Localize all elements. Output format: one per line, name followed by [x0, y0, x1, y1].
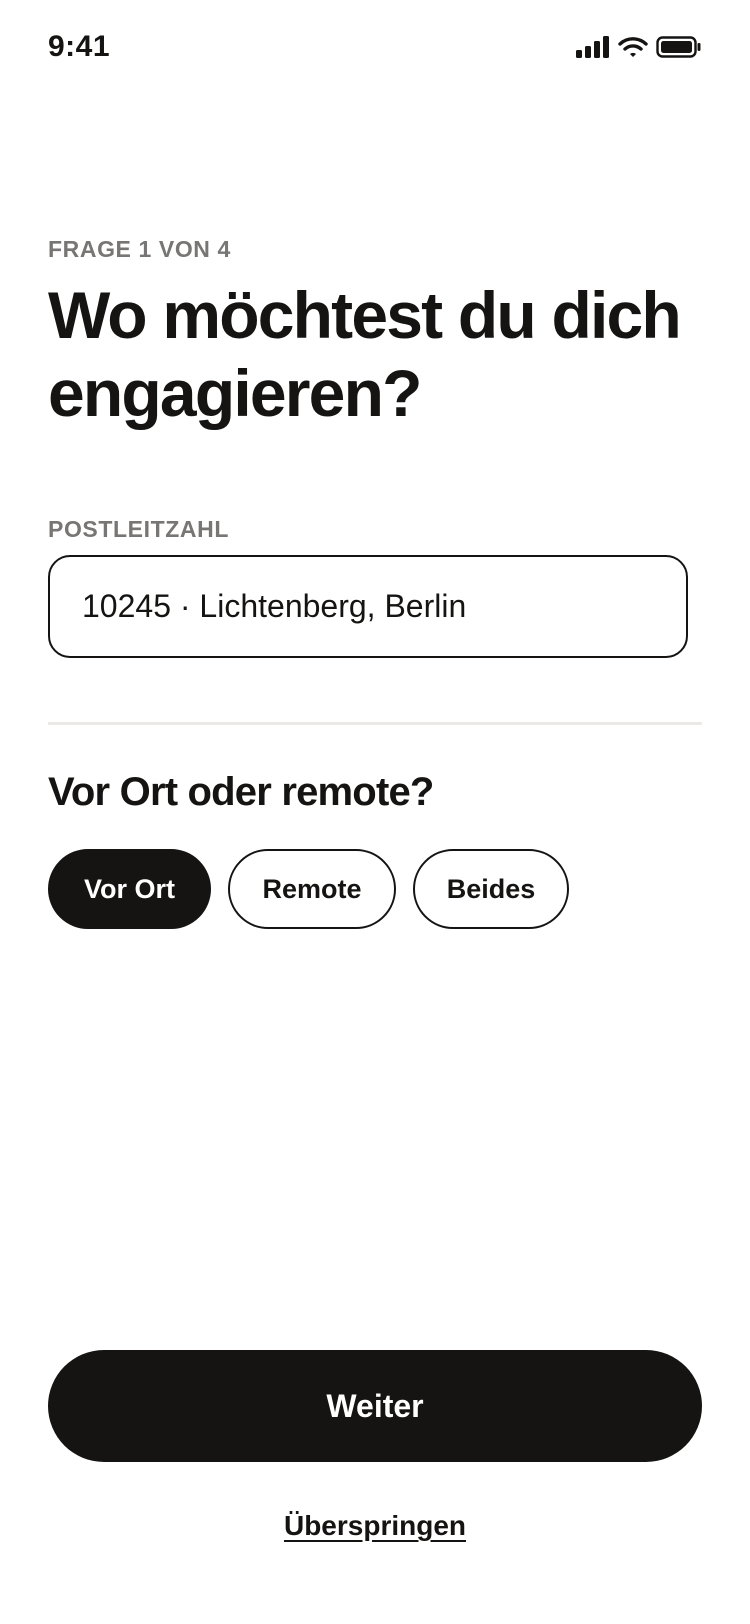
- postal-code-label: POSTLEITZAHL: [48, 516, 229, 542]
- question-progress-label: FRAGE 1 VON 4: [48, 236, 231, 262]
- location-mode-title: Vor Ort oder remote?: [48, 770, 434, 814]
- signal-icon: [576, 36, 610, 63]
- status-bar: 9:41: [0, 0, 750, 100]
- question-title: Wo möchtest du dich engagieren?: [48, 278, 682, 430]
- continue-button[interactable]: Weiter: [48, 1350, 702, 1462]
- section-divider: [48, 722, 702, 725]
- postal-code-input[interactable]: [48, 555, 688, 658]
- location-mode-options: Vor Ort Remote Beides: [48, 849, 569, 929]
- wifi-icon: [618, 36, 648, 63]
- status-icons: [576, 36, 702, 63]
- status-time: 9:41: [48, 30, 111, 63]
- skip-link[interactable]: Überspringen: [0, 1510, 750, 1542]
- option-vor-ort-chip[interactable]: Vor Ort: [48, 849, 211, 929]
- option-remote-chip[interactable]: Remote: [228, 849, 396, 929]
- battery-icon: [656, 36, 702, 63]
- option-beides-chip[interactable]: Beides: [413, 849, 569, 929]
